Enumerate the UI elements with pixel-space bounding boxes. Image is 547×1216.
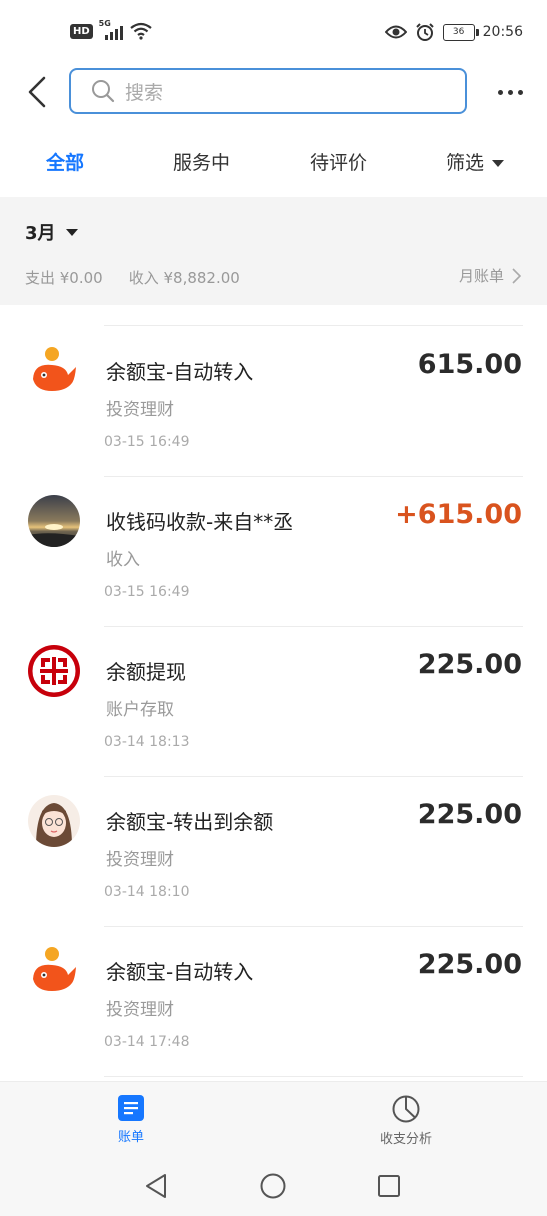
status-right: 36 20:56 <box>384 22 523 42</box>
divider <box>104 1076 523 1077</box>
tab-filter[interactable]: 筛选 <box>446 148 505 175</box>
bottom-tab-analysis-label: 收支分析 <box>380 1132 433 1147</box>
battery-level: 36 <box>452 26 465 37</box>
sunset-avatar <box>28 495 80 547</box>
transaction-title: 余额宝-转出到余额 <box>106 810 274 834</box>
transaction-item[interactable]: 收钱码收款-来自**丞 收入 03-15 16:49 +615.00 <box>0 477 547 627</box>
transaction-category: 投资理财 <box>106 850 174 870</box>
transaction-item[interactable]: 余额宝-自动转入 投资理财 03-15 16:49 615.00 <box>0 327 547 477</box>
transaction-title: 余额提现 <box>106 660 186 684</box>
transaction-category: 投资理财 <box>106 1000 174 1020</box>
clock: 20:56 <box>482 24 523 40</box>
nav-recents-button[interactable] <box>374 1171 404 1201</box>
transaction-title: 余额宝-自动转入 <box>106 360 254 384</box>
monthly-bill-link[interactable]: 月账单 <box>459 265 521 286</box>
cellular-signal-icon: 5G <box>99 19 123 40</box>
transaction-time: 03-14 18:13 <box>104 734 190 750</box>
filter-label: 筛选 <box>446 152 485 174</box>
transaction-category: 账户存取 <box>106 700 174 720</box>
search-input[interactable]: 搜索 <box>69 68 467 114</box>
more-options-button[interactable] <box>495 80 525 104</box>
transaction-list: 余额宝-自动转入 投资理财 03-15 16:49 615.00 收钱码收款-来… <box>0 305 547 1081</box>
yuebao-icon <box>28 945 80 997</box>
transaction-time: 03-14 18:10 <box>104 884 190 900</box>
wifi-icon <box>129 22 152 40</box>
month-picker[interactable]: 3月 <box>25 219 78 245</box>
monthly-bill-label: 月账单 <box>458 267 504 285</box>
month-summary: 3月 支出 ¥0.00 收入 ¥8,882.00 月账单 <box>0 197 547 305</box>
alarm-icon <box>415 23 434 41</box>
status-left: HD 5G <box>70 19 153 40</box>
header: 搜索 <box>0 66 547 118</box>
transaction-title: 收钱码收款-来自**丞 <box>106 510 294 534</box>
pie-chart-icon <box>392 1095 420 1123</box>
transaction-time: 03-15 16:49 <box>104 434 190 450</box>
bottom-tab-bill-label: 账单 <box>117 1130 144 1145</box>
yuebao-icon <box>28 345 80 397</box>
tab-all[interactable]: 全部 <box>46 148 84 175</box>
transaction-time: 03-15 16:49 <box>104 584 190 600</box>
tab-in-service[interactable]: 服务中 <box>173 148 230 175</box>
nav-back-button[interactable] <box>141 1171 171 1201</box>
transaction-category: 收入 <box>106 550 140 570</box>
chevron-right-icon <box>512 267 521 284</box>
back-arrow-icon <box>28 76 46 108</box>
hd-badge: HD <box>70 23 93 39</box>
income-total: 收入 ¥8,882.00 <box>128 269 240 287</box>
transaction-amount: 225.00 <box>417 649 522 680</box>
transaction-title: 余额宝-自动转入 <box>106 960 254 984</box>
bottom-tab-bar: 账单 收支分析 <box>0 1081 547 1156</box>
system-navigation-bar <box>0 1156 547 1216</box>
month-totals: 支出 ¥0.00 收入 ¥8,882.00 <box>25 267 240 288</box>
filter-tabs: 全部 服务中 待评价 筛选 <box>0 138 547 190</box>
transaction-amount: 615.00 <box>417 349 522 380</box>
transaction-item[interactable]: 余额提现 账户存取 03-14 18:13 225.00 <box>0 627 547 777</box>
month-label: 3月 <box>25 223 56 244</box>
search-icon <box>92 80 115 103</box>
bottom-tab-analysis[interactable]: 收支分析 <box>380 1094 432 1147</box>
circle-home-icon <box>260 1173 286 1199</box>
back-button[interactable] <box>20 72 54 112</box>
caret-down-icon <box>492 160 505 167</box>
expense-total: 支出 ¥0.00 <box>25 269 103 287</box>
caret-down-icon <box>65 228 78 236</box>
transaction-time: 03-14 17:48 <box>104 1034 190 1050</box>
transaction-amount: 225.00 <box>417 799 522 830</box>
girl-avatar <box>28 795 80 847</box>
square-recents-icon <box>378 1175 400 1197</box>
nav-home-button[interactable] <box>258 1171 288 1201</box>
divider <box>104 325 523 326</box>
eye-icon <box>384 25 407 39</box>
triangle-back-icon <box>146 1174 166 1198</box>
transaction-item[interactable]: 余额宝-自动转入 投资理财 03-14 17:48 225.00 <box>0 927 547 1077</box>
icbc-logo-icon <box>28 645 80 697</box>
tab-pending-review[interactable]: 待评价 <box>310 148 367 175</box>
bottom-tab-bill[interactable]: 账单 <box>117 1094 145 1145</box>
search-placeholder: 搜索 <box>125 81 164 104</box>
transaction-category: 投资理财 <box>106 400 174 420</box>
battery-icon: 36 <box>442 23 479 41</box>
status-bar: HD 5G 36 20:56 <box>0 0 547 66</box>
transaction-amount: 225.00 <box>417 949 522 980</box>
transaction-amount: +615.00 <box>395 499 522 530</box>
transaction-item[interactable]: 余额宝-转出到余额 投资理财 03-14 18:10 225.00 <box>0 777 547 927</box>
bill-icon <box>118 1095 144 1121</box>
